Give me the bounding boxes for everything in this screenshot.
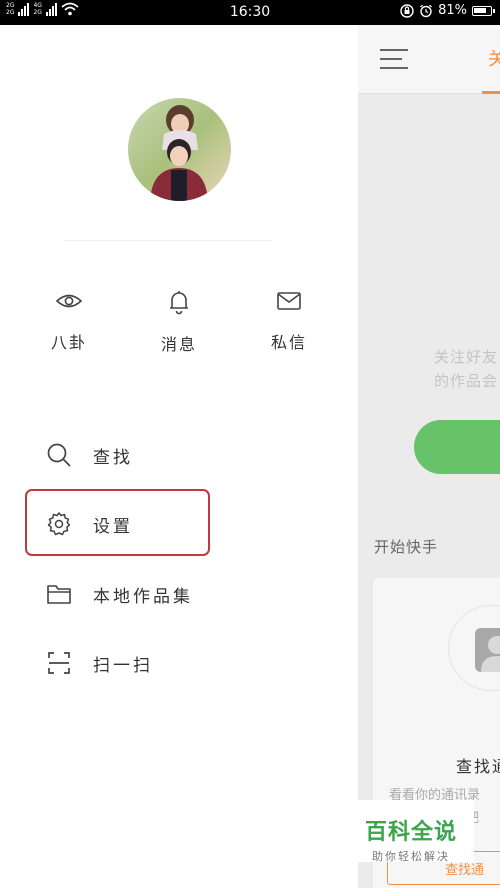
rotation-lock-icon bbox=[400, 3, 414, 18]
empty-hint-line: 的作品会 bbox=[434, 372, 499, 390]
tab-indicator bbox=[482, 91, 500, 94]
search-icon bbox=[47, 443, 71, 467]
menu-item-settings[interactable]: 设置 bbox=[46, 506, 133, 542]
tab-follow[interactable]: 关 bbox=[488, 45, 500, 71]
menu-item-label: 扫一扫 bbox=[93, 655, 153, 676]
quick-action-label: 私信 bbox=[270, 333, 307, 352]
menu-item-label: 查找 bbox=[93, 447, 133, 468]
battery-icon bbox=[472, 5, 495, 16]
quick-action-direct-messages[interactable]: 私信 bbox=[254, 289, 324, 353]
divider bbox=[64, 240, 272, 241]
top-bar: 关 bbox=[358, 25, 500, 94]
menu-item-local-collection[interactable]: 本地作品集 bbox=[46, 576, 193, 612]
main-panel: 关 关注好友 的作品会 开始快手 查找通 看看你的通讯录 门吧 查找通 bbox=[358, 25, 500, 888]
avatar[interactable] bbox=[128, 98, 231, 201]
discover-button[interactable] bbox=[414, 420, 500, 474]
menu-item-search[interactable]: 查找 bbox=[46, 437, 133, 473]
quick-action-label: 八卦 bbox=[50, 333, 87, 352]
card-title: 查找通 bbox=[456, 757, 500, 776]
status-bar: 2G 2G 4G 2G 16:30 81% bbox=[0, 0, 500, 25]
navigation-drawer: 八卦 消息 私信 查找 设置 本地作品集 扫一扫 bbox=[0, 25, 358, 888]
watermark: 百科全说 助你轻松解决 bbox=[348, 800, 474, 863]
menu-item-label: 设置 bbox=[93, 516, 133, 537]
menu-item-label: 本地作品集 bbox=[93, 586, 193, 607]
mail-icon bbox=[277, 292, 301, 310]
quick-action-messages[interactable]: 消息 bbox=[144, 289, 214, 355]
folder-icon bbox=[47, 585, 71, 604]
person-icon bbox=[475, 628, 500, 672]
quick-action-label: 消息 bbox=[160, 335, 197, 354]
eye-icon bbox=[55, 294, 83, 308]
gear-icon bbox=[47, 512, 71, 536]
bell-icon bbox=[170, 291, 188, 315]
watermark-title: 百科全说 bbox=[364, 820, 457, 845]
quick-action-gossip[interactable]: 八卦 bbox=[34, 289, 104, 353]
empty-hint: 关注好友 的作品会 bbox=[434, 345, 498, 393]
alarm-icon bbox=[420, 4, 433, 17]
scan-icon bbox=[48, 652, 70, 674]
empty-hint-line: 关注好友 bbox=[434, 348, 499, 366]
status-right: 81% bbox=[400, 3, 495, 18]
hamburger-menu-icon[interactable] bbox=[380, 49, 408, 69]
section-title: 开始快手 bbox=[374, 538, 439, 556]
watermark-subtitle: 助你轻松解决 bbox=[372, 850, 450, 863]
battery-percent: 81% bbox=[438, 3, 467, 18]
menu-item-scan[interactable]: 扫一扫 bbox=[46, 645, 153, 681]
